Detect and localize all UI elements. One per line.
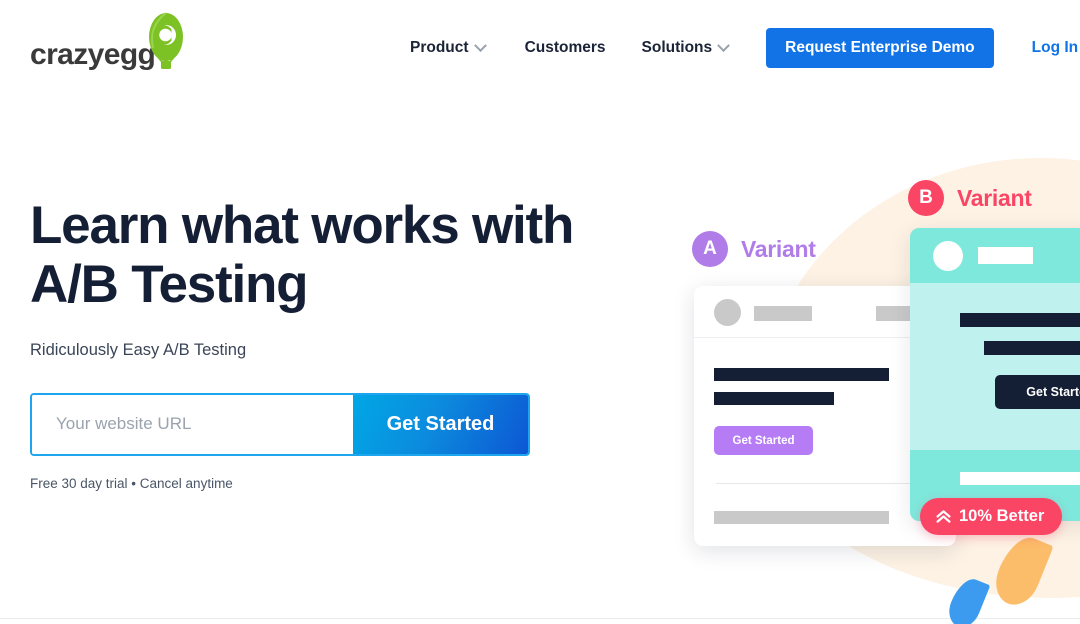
variant-b-card-header (910, 228, 1080, 283)
nav-item-product-label: Product (410, 39, 469, 56)
nav-item-solutions[interactable]: Solutions (641, 38, 731, 57)
page-root: crazyegg ™ Product Customers Solu (0, 0, 1080, 624)
better-performance-label: 10% Better (959, 507, 1045, 525)
log-in-link[interactable]: Log In (1032, 39, 1079, 57)
variant-b-card: Get Started (910, 228, 1080, 521)
placeholder-bar (754, 306, 812, 321)
variant-b-card-body: Get Started (910, 283, 1080, 450)
nav-item-customers[interactable]: Customers (525, 39, 606, 57)
headline-line-2: A/B Testing (30, 255, 309, 315)
variant-b-badge: B (908, 180, 944, 216)
headline-line-1: Learn what works with (30, 196, 574, 255)
variant-b-label: B Variant (908, 180, 1032, 216)
heading-placeholder-bar (714, 392, 834, 405)
hero-content: Learn what works with A/B Testing Ridicu… (30, 196, 630, 491)
variant-a-text: Variant (741, 235, 816, 262)
placeholder-bar (714, 511, 889, 524)
chevron-down-icon (717, 38, 731, 52)
crazyegg-logo[interactable]: crazyegg ™ (30, 8, 190, 86)
request-enterprise-demo-button[interactable]: Request Enterprise Demo (766, 28, 994, 68)
placeholder-bar (960, 472, 1080, 485)
variant-b-text: Variant (957, 184, 1032, 211)
variant-a-label: A Variant (692, 231, 816, 267)
main-navigation: Product Customers Solutions Request Ente… (410, 0, 1078, 96)
nav-item-customers-label: Customers (524, 39, 606, 56)
divider (716, 483, 932, 484)
signup-form: Get Started (30, 392, 530, 456)
hot-air-balloon-icon (149, 12, 183, 69)
better-performance-badge: 10% Better (920, 498, 1063, 535)
hero-subheadline: Ridiculously Easy A/B Testing (30, 340, 247, 359)
avatar-placeholder (933, 241, 963, 271)
nav-item-product[interactable]: Product (410, 38, 487, 57)
site-header: crazyegg ™ Product Customers Solu (0, 0, 1080, 96)
variant-a-badge: A (692, 231, 728, 267)
variant-b-get-started-button[interactable]: Get Started (995, 375, 1080, 409)
get-started-button[interactable]: Get Started (353, 394, 528, 454)
ab-test-illustration: A Variant B Variant Get Started Get Star… (620, 96, 1080, 624)
page-title: Learn what works with A/B Testing (30, 196, 630, 315)
heading-placeholder-bar (984, 341, 1080, 355)
nav-item-solutions-label: Solutions (641, 39, 713, 56)
chevron-down-icon (473, 38, 487, 52)
double-chevron-up-icon (936, 510, 951, 523)
logo-wordmark: crazyegg (30, 38, 156, 71)
variant-a-get-started-button[interactable]: Get Started (714, 426, 813, 455)
heading-placeholder-bar (960, 313, 1080, 327)
placeholder-bar (978, 247, 1033, 264)
website-url-input[interactable] (32, 394, 353, 454)
avatar-placeholder (714, 299, 741, 326)
trial-fineprint: Free 30 day trial • Cancel anytime (30, 475, 233, 491)
heading-placeholder-bar (714, 368, 889, 381)
